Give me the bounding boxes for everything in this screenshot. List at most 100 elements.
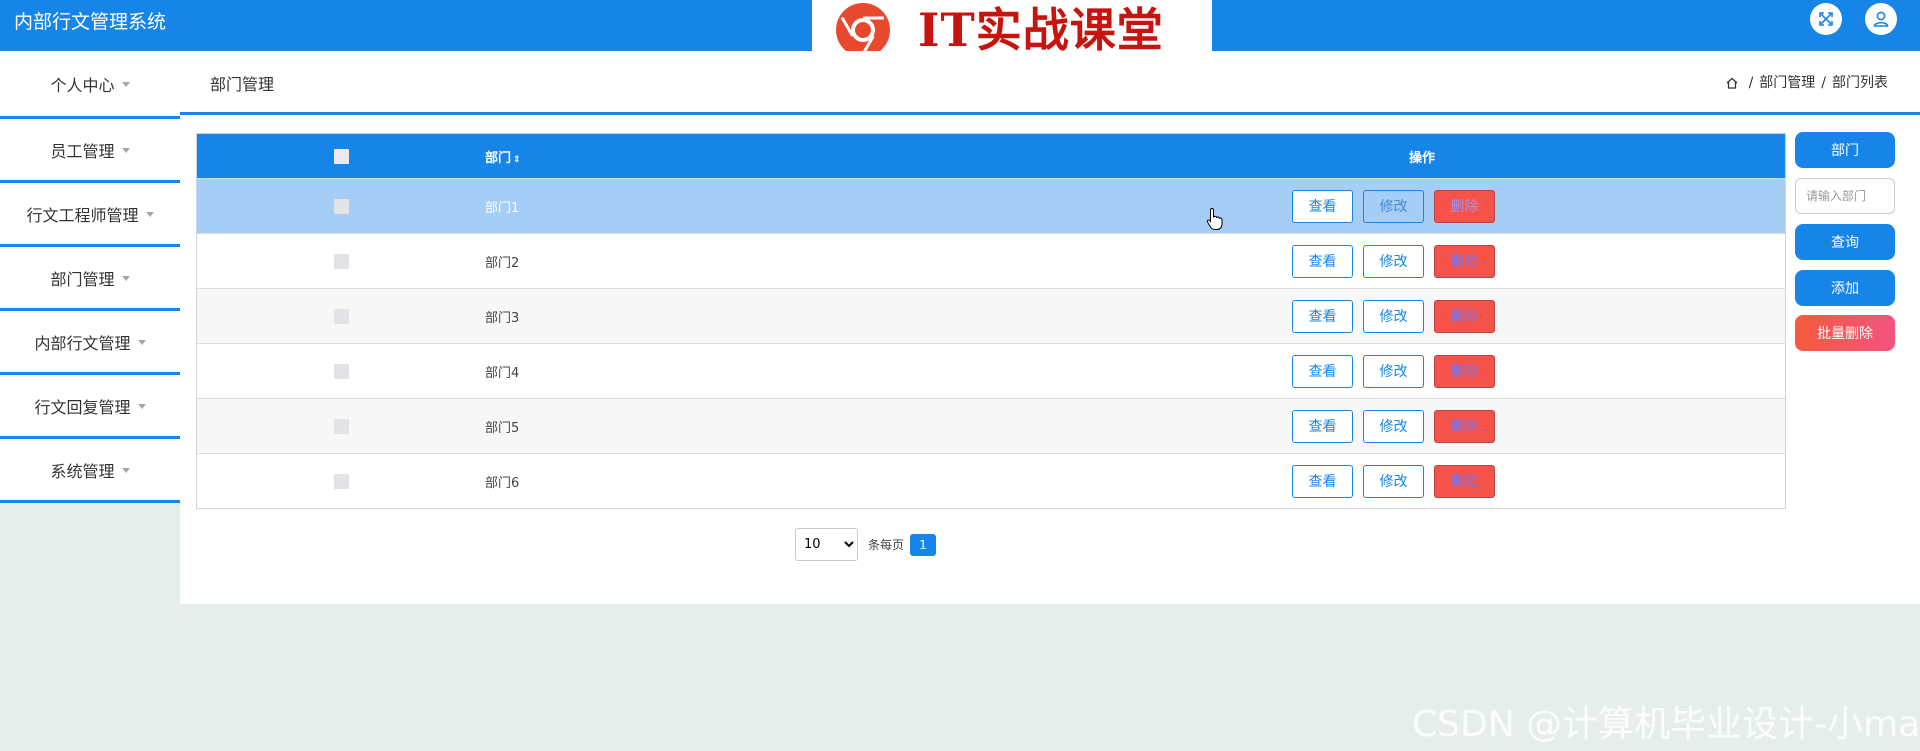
app-title: 内部行文管理系统 [14, 11, 167, 33]
row-name: 部门2 [485, 255, 520, 271]
page-size-select[interactable]: 10 [795, 528, 858, 561]
delete-button[interactable]: 删除 [1434, 189, 1495, 223]
hand-pointer-icon [1206, 207, 1223, 230]
view-button[interactable]: 查看 [1292, 299, 1353, 333]
breadcrumb-item[interactable]: 部门管理 [1759, 49, 1815, 117]
user-icon [1873, 11, 1889, 27]
column-header-name: 部门 [485, 150, 512, 166]
sidebar-item-doc-replies[interactable]: 行文回复管理 [0, 375, 180, 439]
delete-button[interactable]: 删除 [1434, 354, 1495, 388]
delete-button[interactable]: 删除 [1434, 409, 1495, 443]
row-name: 部门4 [485, 365, 520, 381]
row-checkbox[interactable] [333, 418, 349, 434]
delete-button[interactable]: 删除 [1434, 464, 1495, 498]
sidebar-item-label: 行文回复管理 [34, 397, 131, 417]
table-row[interactable]: 部门1 查看 修改 删除 [197, 178, 1785, 233]
header-ops-cell: 操作 [995, 147, 1785, 166]
table-header: 部门 ⇕ 操作 [197, 134, 1785, 178]
column-header-ops: 操作 [1409, 150, 1436, 166]
row-actions: 查看 修改 删除 [995, 299, 1785, 333]
page-number-current[interactable]: 1 [910, 533, 937, 556]
department-table: 部门 ⇕ 操作 部门1 查看 修改 删除 部门2 查看 修改 删除 部门3 查看… [196, 133, 1786, 509]
row-checkbox[interactable] [333, 363, 349, 379]
sidebar-item-engineers[interactable]: 行文工程师管理 [0, 183, 180, 247]
sidebar-item-label: 部门管理 [50, 269, 115, 289]
caret-down-icon [145, 211, 154, 217]
header-name-cell[interactable]: 部门 ⇕ [485, 147, 995, 166]
edit-button[interactable]: 修改 [1363, 409, 1424, 443]
sidebar-item-label: 内部行文管理 [34, 333, 131, 353]
table-row[interactable]: 部门2 查看 修改 删除 [197, 233, 1785, 288]
batch-delete-button[interactable]: 批量删除 [1795, 315, 1895, 351]
fullscreen-button[interactable] [1810, 3, 1842, 35]
sidebar-item-internal-docs[interactable]: 内部行文管理 [0, 311, 180, 375]
row-name: 部门5 [485, 420, 520, 436]
breadcrumb-item: 部门列表 [1832, 75, 1888, 91]
sidebar-item-label: 员工管理 [50, 141, 115, 161]
edit-button[interactable]: 修改 [1363, 354, 1424, 388]
app-header: 内部行文管理系统 IT实战课堂 [0, 0, 1920, 57]
table-row[interactable]: 部门5 查看 修改 删除 [197, 398, 1785, 453]
view-button[interactable]: 查看 [1292, 464, 1353, 498]
sidebar: 个人中心 员工管理 行文工程师管理 部门管理 内部行文管理 行文回复管理 系统管… [0, 51, 180, 503]
per-page-label: 条每页 [868, 538, 905, 552]
caret-down-icon [137, 403, 146, 409]
table-row[interactable]: 部门3 查看 修改 删除 [197, 288, 1785, 343]
sidebar-item-departments[interactable]: 部门管理 [0, 247, 180, 311]
row-actions: 查看 修改 删除 [995, 354, 1785, 388]
add-button[interactable]: 添加 [1795, 270, 1895, 306]
row-checkbox[interactable] [333, 308, 349, 324]
content-topbar: 部门管理 / 部门管理 / 部门列表 [180, 51, 1920, 115]
caret-down-icon [121, 467, 130, 473]
department-field-button[interactable]: 部门 [1795, 132, 1895, 168]
breadcrumb-separator: / [1748, 75, 1754, 91]
logo-icon [836, 3, 890, 57]
sidebar-item-employees[interactable]: 员工管理 [0, 116, 180, 183]
row-name: 部门6 [485, 475, 520, 491]
row-actions: 查看 修改 删除 [995, 409, 1785, 443]
edit-button[interactable]: 修改 [1363, 189, 1424, 223]
edit-button[interactable]: 修改 [1363, 244, 1424, 278]
breadcrumb-separator: / [1821, 75, 1826, 91]
view-button[interactable]: 查看 [1292, 244, 1353, 278]
watermark-text: CSDN @计算机毕业设计-小ma [1412, 704, 1920, 745]
caret-down-icon [137, 339, 146, 345]
view-button[interactable]: 查看 [1292, 189, 1353, 223]
edit-button[interactable]: 修改 [1363, 299, 1424, 333]
delete-button[interactable]: 删除 [1434, 299, 1495, 333]
sidebar-item-label: 系统管理 [50, 461, 115, 481]
page-title: 部门管理 [210, 75, 275, 94]
row-checkbox[interactable] [333, 253, 349, 269]
breadcrumb: / 部门管理 / 部门列表 [1725, 51, 1888, 115]
sidebar-item-label: 行文工程师管理 [26, 205, 139, 225]
row-actions: 查看 修改 删除 [995, 464, 1785, 498]
table-row[interactable]: 部门4 查看 修改 删除 [197, 343, 1785, 398]
user-button[interactable] [1865, 3, 1897, 35]
row-actions: 查看 修改 删除 [995, 189, 1785, 223]
row-checkbox[interactable] [333, 198, 349, 214]
caret-down-icon [121, 275, 130, 281]
row-name: 部门1 [485, 200, 520, 216]
department-search-input[interactable] [1795, 178, 1895, 214]
view-button[interactable]: 查看 [1292, 409, 1353, 443]
select-all-checkbox[interactable] [333, 148, 349, 164]
sidebar-item-personal-center[interactable]: 个人中心 [0, 51, 180, 116]
caret-down-icon [121, 81, 130, 87]
row-checkbox[interactable] [333, 473, 349, 489]
sort-icon: ⇕ [513, 154, 521, 165]
header-check-cell [197, 148, 485, 164]
fullscreen-icon [1819, 12, 1833, 26]
logo-banner: IT实战课堂 [812, 0, 1212, 57]
sidebar-item-system[interactable]: 系统管理 [0, 439, 180, 503]
view-button[interactable]: 查看 [1292, 354, 1353, 388]
caret-down-icon [121, 147, 130, 153]
pagination: 10 条每页 1 [795, 528, 937, 561]
delete-button[interactable]: 删除 [1434, 244, 1495, 278]
home-icon[interactable] [1725, 76, 1739, 90]
row-name: 部门3 [485, 310, 520, 326]
query-button[interactable]: 查询 [1795, 224, 1895, 260]
row-actions: 查看 修改 删除 [995, 244, 1785, 278]
main-content: 部门 ⇕ 操作 部门1 查看 修改 删除 部门2 查看 修改 删除 部门3 查看… [180, 115, 1920, 604]
edit-button[interactable]: 修改 [1363, 464, 1424, 498]
table-row[interactable]: 部门6 查看 修改 删除 [197, 453, 1785, 508]
